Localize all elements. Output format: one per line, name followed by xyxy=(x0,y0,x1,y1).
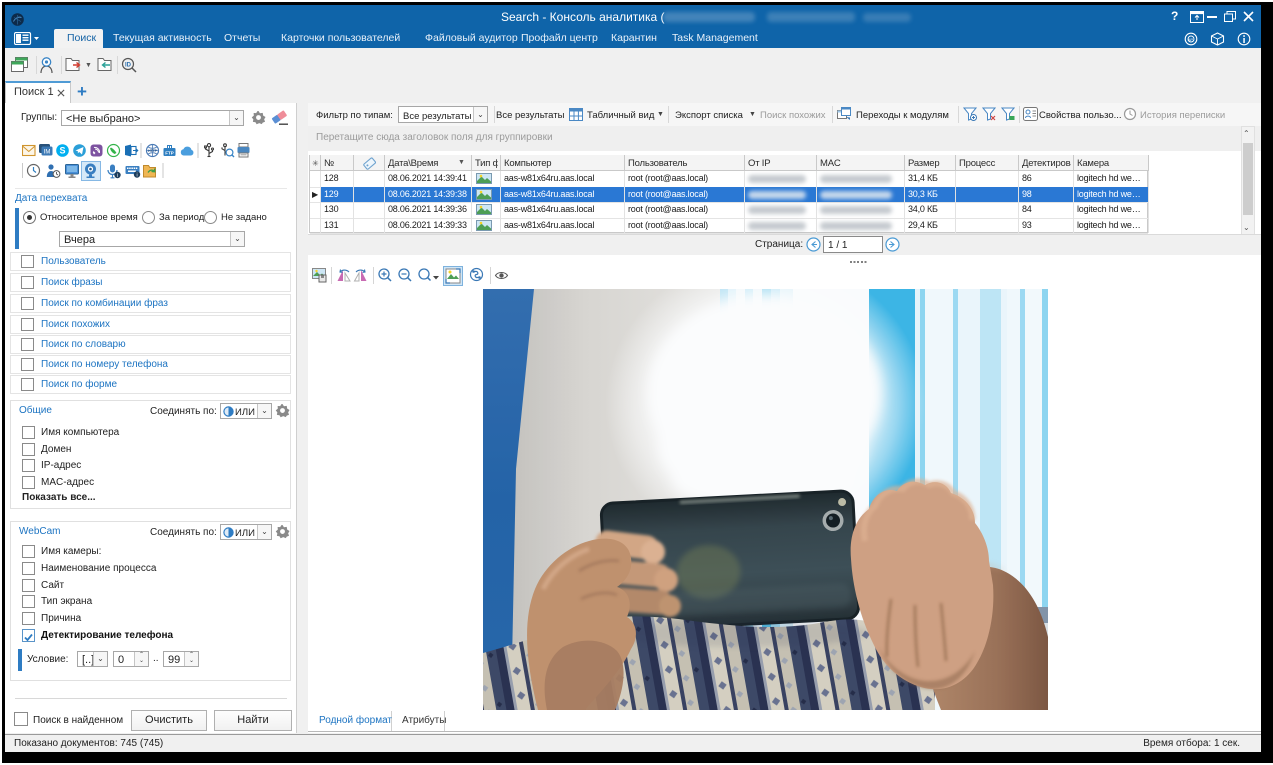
svg-text:i: i xyxy=(136,173,137,179)
svg-text:S: S xyxy=(59,146,65,156)
svg-text:HTTP: HTTP xyxy=(148,149,158,153)
svg-text:API: API xyxy=(1188,37,1194,42)
svg-text:IM: IM xyxy=(44,150,51,156)
svg-text:i: i xyxy=(117,173,118,179)
svg-text:FTP: FTP xyxy=(165,150,174,155)
svg-text:ID: ID xyxy=(125,62,132,68)
